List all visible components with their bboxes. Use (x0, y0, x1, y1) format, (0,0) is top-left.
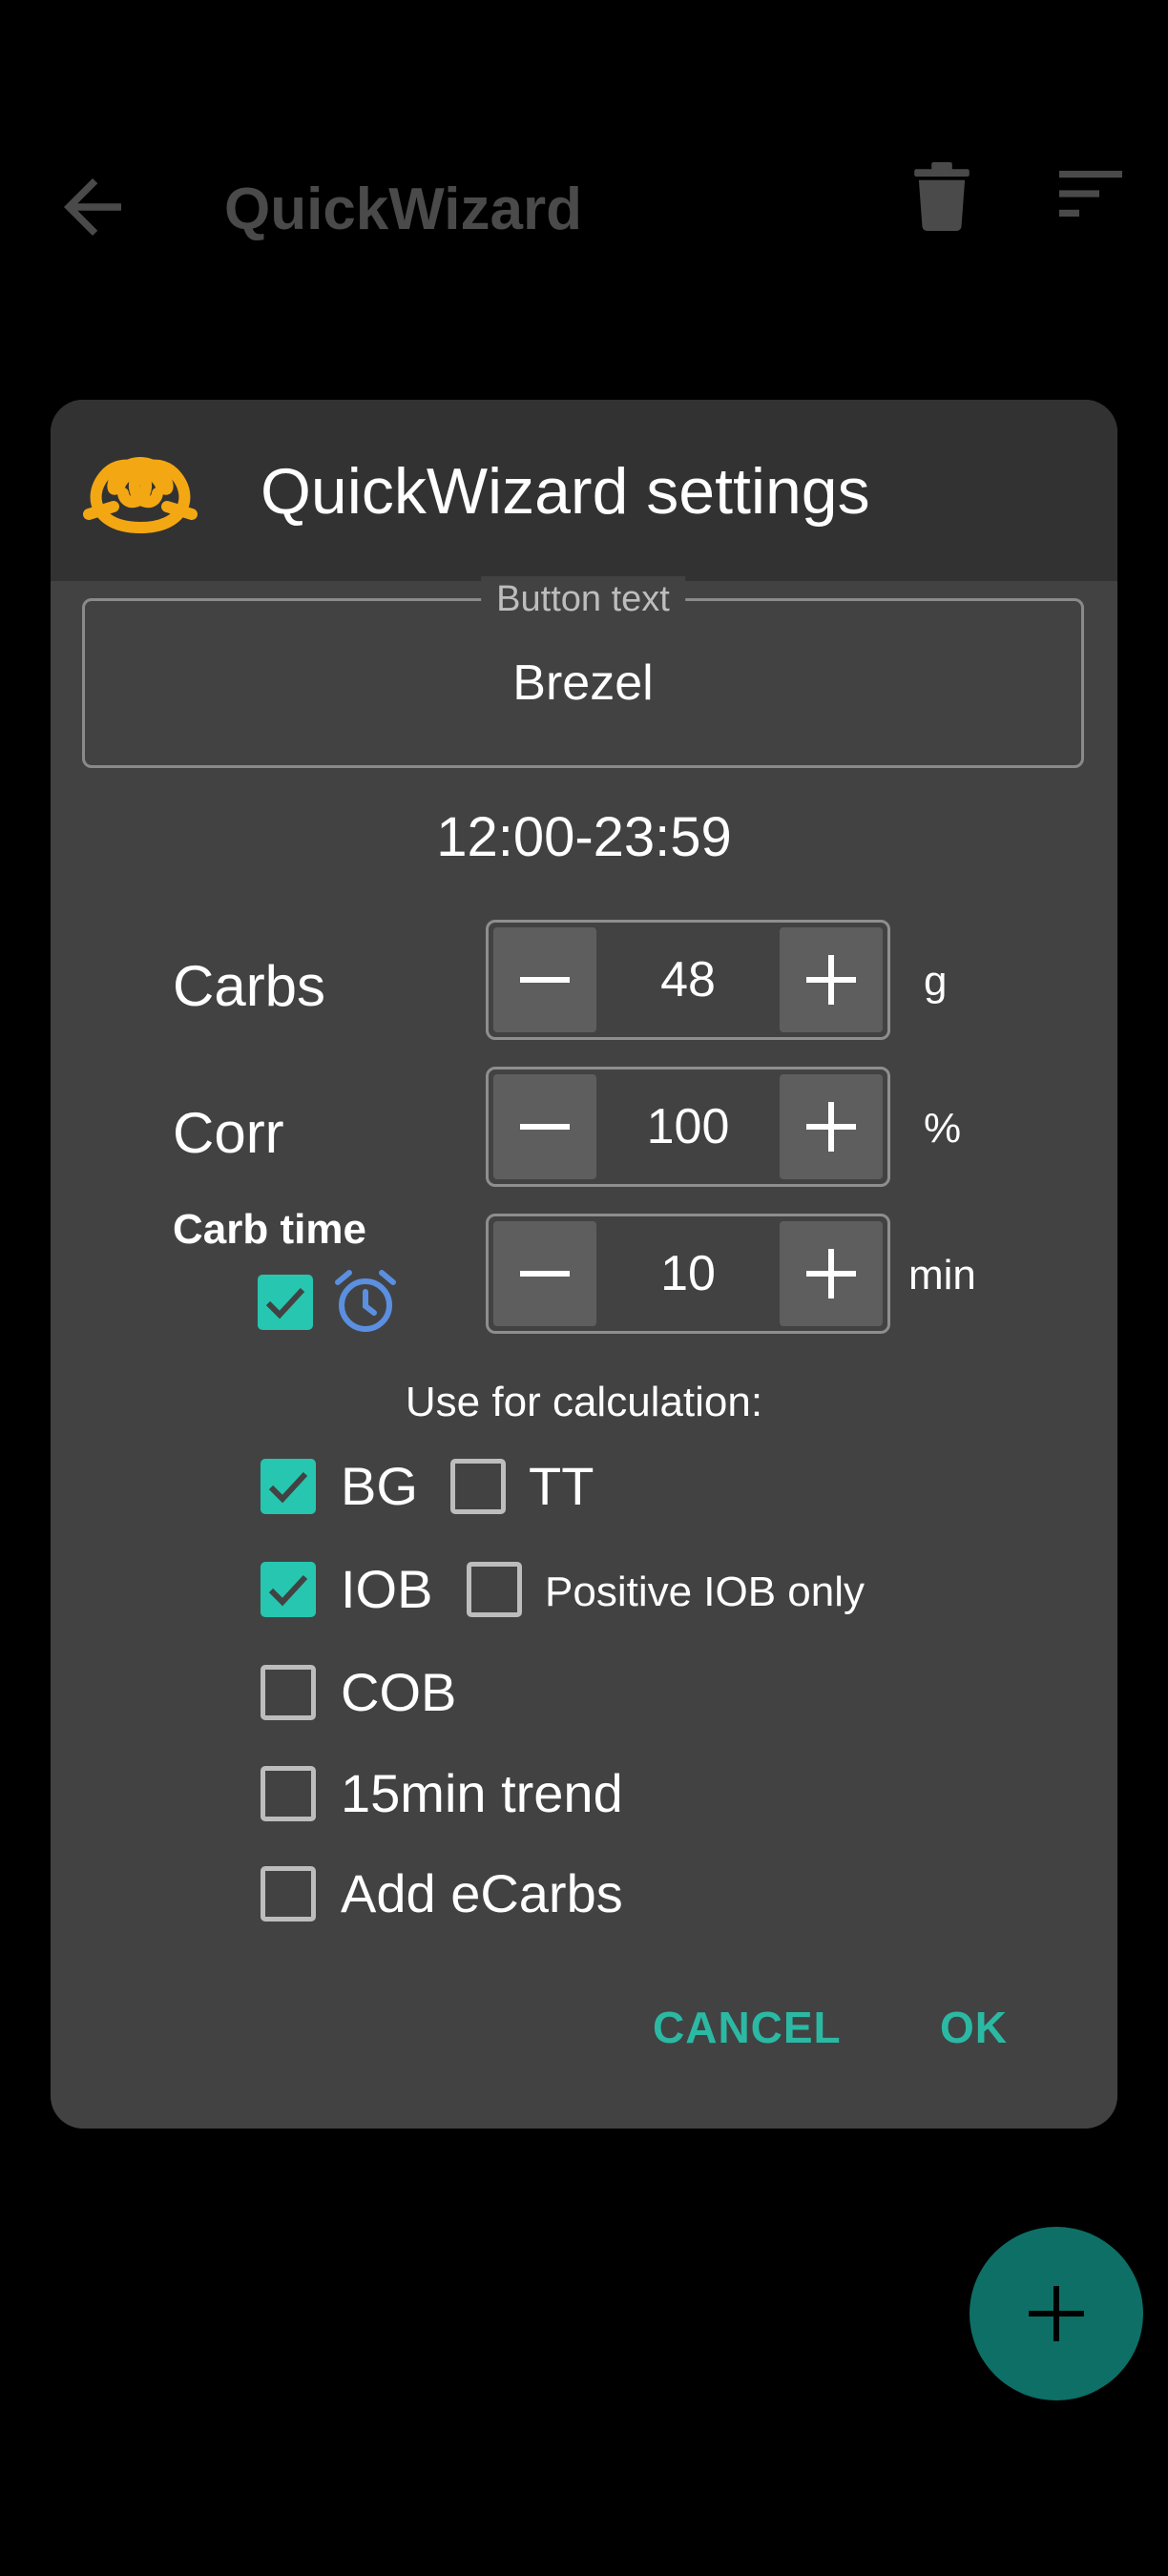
corr-decrement-button[interactable] (493, 1074, 596, 1179)
cob-label: COB (341, 1662, 457, 1722)
time-range[interactable]: 12:00-23:59 (51, 805, 1117, 869)
quickwizard-settings-dialog: QuickWizard settings Button text Brezel … (51, 400, 1117, 2129)
pretzel-icon (83, 457, 198, 533)
button-text-field[interactable]: Button text Brezel (82, 576, 1084, 768)
dialog-title: QuickWizard settings (261, 455, 870, 528)
tt-checkbox[interactable] (450, 1459, 506, 1514)
corr-stepper: 100 (486, 1067, 890, 1187)
tt-label: TT (529, 1456, 594, 1516)
trash-icon[interactable] (914, 162, 970, 231)
add-button[interactable] (970, 2227, 1143, 2400)
alarm-clock-icon (335, 1270, 396, 1332)
carbs-unit: g (924, 958, 948, 1005)
carb-time-alarm-checkbox[interactable] (258, 1275, 313, 1330)
bg-label: BG (341, 1456, 418, 1516)
iob-label: IOB (341, 1559, 433, 1619)
carb-time-increment-button[interactable] (780, 1221, 883, 1326)
ok-button[interactable]: OK (940, 1999, 1008, 2056)
arrow-back-icon[interactable] (50, 164, 136, 250)
carbs-stepper: 48 (486, 920, 890, 1040)
button-text-label: Button text (481, 576, 685, 622)
calculation-section-title: Use for calculation: (405, 1379, 763, 1425)
plus-icon (806, 1249, 856, 1298)
carbs-increment-button[interactable] (780, 927, 883, 1032)
corr-value[interactable]: 100 (601, 1070, 775, 1184)
corr-label: Corr (173, 1101, 284, 1165)
app-bar: QuickWizard (0, 114, 1168, 277)
checkmark-icon (265, 1287, 305, 1319)
plus-icon (806, 955, 856, 1005)
carbs-label: Carbs (173, 954, 326, 1018)
minus-icon (520, 977, 570, 983)
plus-icon (806, 1102, 856, 1152)
dialog-header: QuickWizard settings (51, 400, 1117, 581)
carbs-decrement-button[interactable] (493, 927, 596, 1032)
checkmark-icon (268, 1471, 308, 1504)
carb-time-decrement-button[interactable] (493, 1221, 596, 1326)
cancel-button[interactable]: CANCEL (653, 1999, 842, 2056)
cob-checkbox[interactable] (261, 1665, 316, 1720)
ecarbs-label: Add eCarbs (341, 1863, 623, 1923)
carb-time-stepper: 10 (486, 1214, 890, 1334)
corr-unit: % (924, 1105, 962, 1152)
iob-checkbox[interactable] (261, 1562, 316, 1617)
corr-increment-button[interactable] (780, 1074, 883, 1179)
sort-icon[interactable] (1059, 170, 1122, 218)
minus-icon (520, 1271, 570, 1277)
carb-time-label: Carb time (173, 1206, 366, 1253)
app-title: QuickWizard (224, 177, 582, 242)
carb-time-value[interactable]: 10 (601, 1216, 775, 1331)
ecarbs-checkbox[interactable] (261, 1866, 316, 1922)
bg-checkbox[interactable] (261, 1459, 316, 1514)
carbs-value[interactable]: 48 (601, 923, 775, 1037)
trend-checkbox[interactable] (261, 1766, 316, 1821)
plus-icon (1029, 2286, 1084, 2341)
trend-label: 15min trend (341, 1763, 623, 1823)
carb-time-unit: min (908, 1252, 976, 1298)
positive-iob-label: Positive IOB only (545, 1568, 866, 1615)
minus-icon (520, 1124, 570, 1130)
checkmark-icon (268, 1574, 308, 1607)
button-text-value[interactable]: Brezel (85, 654, 1081, 712)
positive-iob-checkbox[interactable] (467, 1562, 522, 1617)
